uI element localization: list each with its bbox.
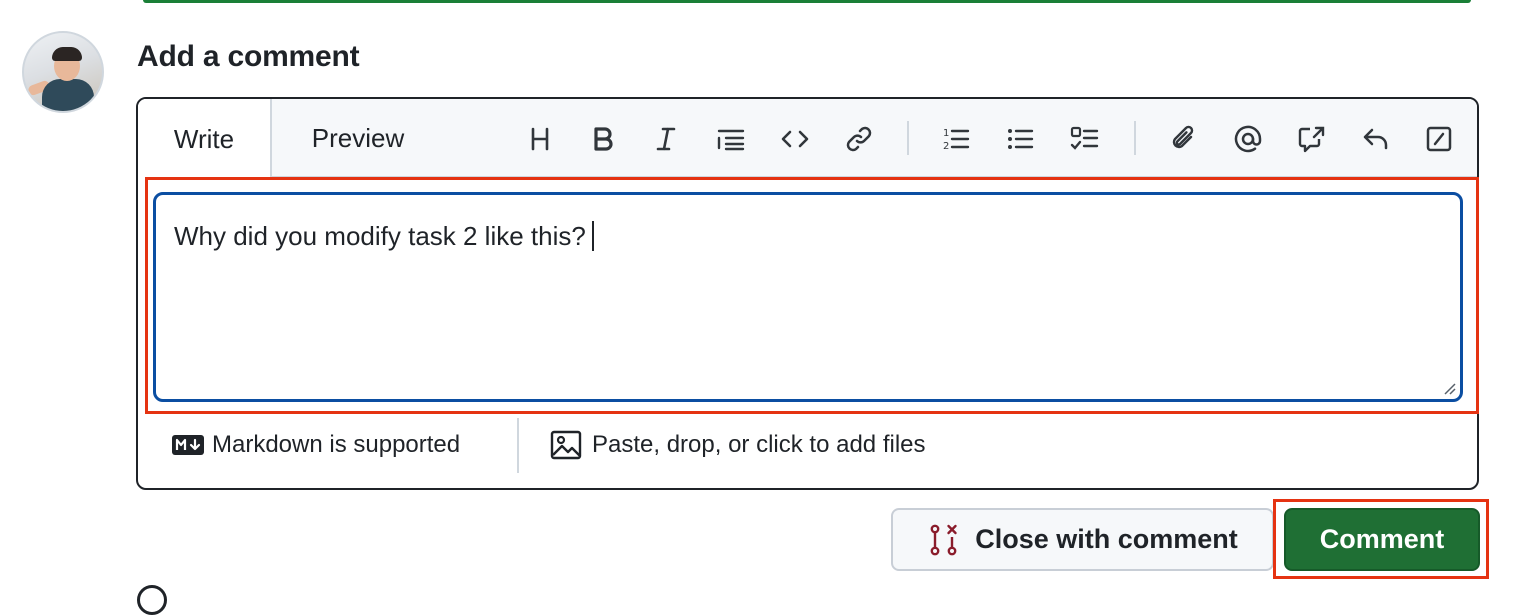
reply-icon[interactable]	[1356, 119, 1396, 159]
heading-icon[interactable]	[520, 119, 560, 159]
editor-header: Write Preview 12	[138, 99, 1477, 179]
tab-write[interactable]: Write	[138, 99, 272, 179]
mention-icon[interactable]	[1228, 119, 1268, 159]
comment-textarea[interactable]: Why did you modify task 2 like this?	[153, 192, 1463, 402]
link-icon[interactable]	[839, 119, 879, 159]
comment-button[interactable]: Comment	[1284, 508, 1480, 571]
close-with-comment-button[interactable]: Close with comment	[891, 508, 1274, 571]
cross-reference-icon[interactable]	[1292, 119, 1332, 159]
markdown-hint[interactable]: Markdown is supported	[172, 430, 460, 460]
avatar[interactable]	[22, 31, 104, 113]
bold-icon[interactable]	[583, 119, 623, 159]
italic-icon[interactable]	[646, 119, 686, 159]
svg-text:1: 1	[943, 128, 949, 139]
page-title: Add a comment	[137, 40, 360, 73]
markdown-icon	[172, 435, 204, 455]
editor-footer: Markdown is supported Paste, drop, or cl…	[137, 418, 1478, 488]
text-caret	[591, 221, 594, 251]
slash-command-icon[interactable]	[1419, 119, 1459, 159]
footer-divider	[517, 418, 519, 473]
code-icon[interactable]	[775, 119, 815, 159]
toolbar-divider	[907, 121, 909, 155]
comment-textarea-value: Why did you modify task 2 like this?	[174, 221, 586, 251]
attach-icon[interactable]	[1164, 119, 1204, 159]
add-files-label: Paste, drop, or click to add files	[592, 431, 926, 458]
resize-handle-icon[interactable]	[1442, 381, 1456, 395]
image-icon	[550, 430, 582, 460]
task-list-icon[interactable]	[1065, 119, 1105, 159]
close-with-comment-label: Close with comment	[975, 524, 1238, 554]
bulleted-list-icon[interactable]	[1000, 119, 1040, 159]
timeline-top-border	[143, 0, 1471, 3]
close-issue-icon	[930, 524, 957, 555]
markdown-label: Markdown is supported	[212, 431, 461, 458]
quote-icon[interactable]	[711, 119, 751, 159]
tab-preview[interactable]: Preview	[274, 99, 442, 178]
svg-text:2: 2	[943, 141, 949, 152]
add-files-area[interactable]: Paste, drop, or click to add files	[550, 430, 926, 460]
toolbar-divider	[1134, 121, 1136, 155]
numbered-list-icon[interactable]: 12	[936, 119, 976, 159]
